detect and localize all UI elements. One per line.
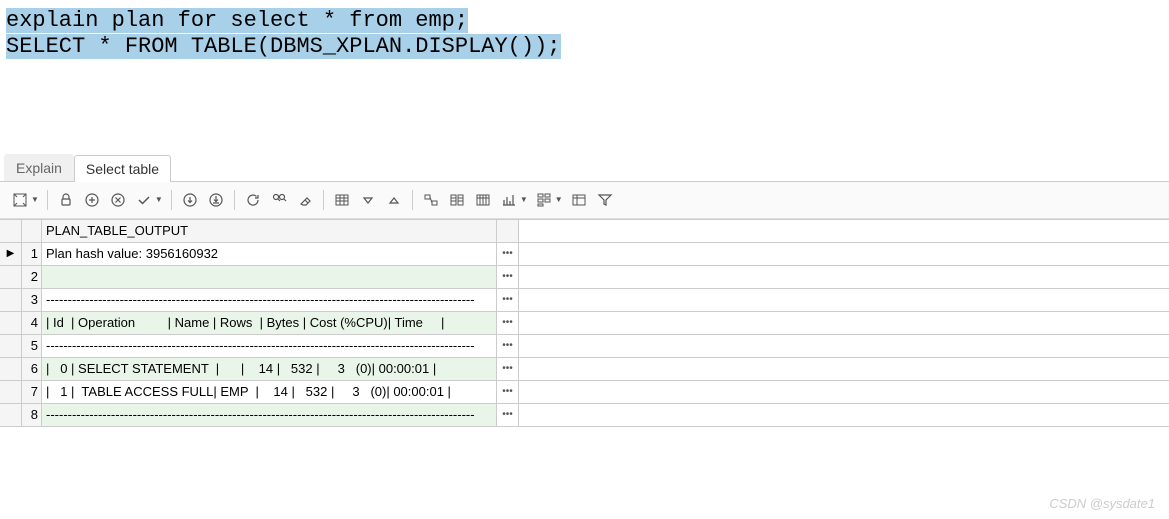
row-marker [0, 404, 22, 426]
cell-content[interactable]: | 0 | SELECT STATEMENT | | 14 | 532 | 3 … [42, 358, 497, 380]
erase-icon[interactable] [293, 188, 317, 212]
cell-content[interactable]: | 1 | TABLE ACCESS FULL| EMP | 14 | 532 … [42, 381, 497, 403]
row-number: 4 [22, 312, 42, 334]
watermark: CSDN @sysdate1 [1049, 496, 1155, 511]
refresh-icon[interactable] [241, 188, 265, 212]
check-icon[interactable] [132, 188, 156, 212]
tab-select-table[interactable]: Select table [74, 155, 171, 182]
tab-explain[interactable]: Explain [4, 154, 74, 181]
table-row[interactable]: 6 | 0 | SELECT STATEMENT | | 14 | 532 | … [0, 358, 1169, 381]
row-number: 7 [22, 381, 42, 403]
table-row[interactable]: 5 --------------------------------------… [0, 335, 1169, 358]
triangle-up-icon[interactable] [382, 188, 406, 212]
row-number: 2 [22, 266, 42, 288]
row-number: 8 [22, 404, 42, 426]
cell-content[interactable]: Plan hash value: 3956160932 [42, 243, 497, 265]
remove-icon[interactable] [106, 188, 130, 212]
table-icon[interactable] [445, 188, 469, 212]
row-number: 3 [22, 289, 42, 311]
dropdown-icon[interactable]: ▼ [155, 195, 163, 204]
table-row[interactable]: 7 | 1 | TABLE ACCESS FULL| EMP | 14 | 53… [0, 381, 1169, 404]
data-grid-icon[interactable] [567, 188, 591, 212]
dropdown-icon[interactable]: ▼ [555, 195, 563, 204]
table-row[interactable]: 2 ••• [0, 266, 1169, 289]
link-icon[interactable] [419, 188, 443, 212]
row-marker [0, 289, 22, 311]
add-icon[interactable] [80, 188, 104, 212]
lock-icon[interactable] [54, 188, 78, 212]
sql-line-1[interactable]: explain plan for select * from emp; [6, 8, 468, 33]
ellipsis-button[interactable]: ••• [497, 243, 519, 265]
cell-content[interactable] [42, 266, 497, 288]
table-row[interactable]: 4 | Id | Operation | Name | Rows | Bytes… [0, 312, 1169, 335]
columns-icon[interactable] [471, 188, 495, 212]
results-table: PLAN_TABLE_OUTPUT ▶ 1 Plan hash value: 3… [0, 219, 1169, 427]
table-header-row: PLAN_TABLE_OUTPUT [0, 220, 1169, 243]
table-row[interactable]: ▶ 1 Plan hash value: 3956160932 ••• [0, 243, 1169, 266]
header-ellipsis [497, 220, 519, 242]
ellipsis-button[interactable]: ••• [497, 404, 519, 426]
cell-content[interactable]: ----------------------------------------… [42, 404, 497, 426]
ellipsis-button[interactable]: ••• [497, 312, 519, 334]
ellipsis-button[interactable]: ••• [497, 381, 519, 403]
layout-icon[interactable] [532, 188, 556, 212]
row-marker [0, 312, 22, 334]
cell-content[interactable]: | Id | Operation | Name | Rows | Bytes |… [42, 312, 497, 334]
search-icon[interactable] [267, 188, 291, 212]
ellipsis-button[interactable]: ••• [497, 266, 519, 288]
fit-icon[interactable] [8, 188, 32, 212]
row-marker [0, 220, 22, 242]
results-toolbar: ▼ ▼ ▼ ▼ [0, 182, 1169, 219]
cell-content[interactable]: ----------------------------------------… [42, 289, 497, 311]
ellipsis-button[interactable]: ••• [497, 289, 519, 311]
row-marker [0, 266, 22, 288]
row-marker [0, 381, 22, 403]
ellipsis-button[interactable]: ••• [497, 358, 519, 380]
table-row[interactable]: 3 --------------------------------------… [0, 289, 1169, 312]
result-tabs: Explain Select table [0, 154, 1169, 182]
row-marker [0, 335, 22, 357]
ellipsis-button[interactable]: ••• [497, 335, 519, 357]
current-row-marker: ▶ [0, 243, 22, 265]
filter-icon[interactable] [593, 188, 617, 212]
row-number-header [22, 220, 42, 242]
table-row[interactable]: 8 --------------------------------------… [0, 404, 1169, 427]
row-number: 6 [22, 358, 42, 380]
dropdown-icon[interactable]: ▼ [520, 195, 528, 204]
row-marker [0, 358, 22, 380]
triangle-down-icon[interactable] [356, 188, 380, 212]
grid-icon[interactable] [330, 188, 354, 212]
dropdown-icon[interactable]: ▼ [31, 195, 39, 204]
sql-editor[interactable]: explain plan for select * from emp; SELE… [0, 0, 1169, 69]
column-header[interactable]: PLAN_TABLE_OUTPUT [42, 220, 497, 242]
chart-icon[interactable] [497, 188, 521, 212]
sql-line-2[interactable]: SELECT * FROM TABLE(DBMS_XPLAN.DISPLAY()… [6, 34, 561, 59]
download-icon[interactable] [178, 188, 202, 212]
row-number: 1 [22, 243, 42, 265]
cell-content[interactable]: ----------------------------------------… [42, 335, 497, 357]
row-number: 5 [22, 335, 42, 357]
download-all-icon[interactable] [204, 188, 228, 212]
